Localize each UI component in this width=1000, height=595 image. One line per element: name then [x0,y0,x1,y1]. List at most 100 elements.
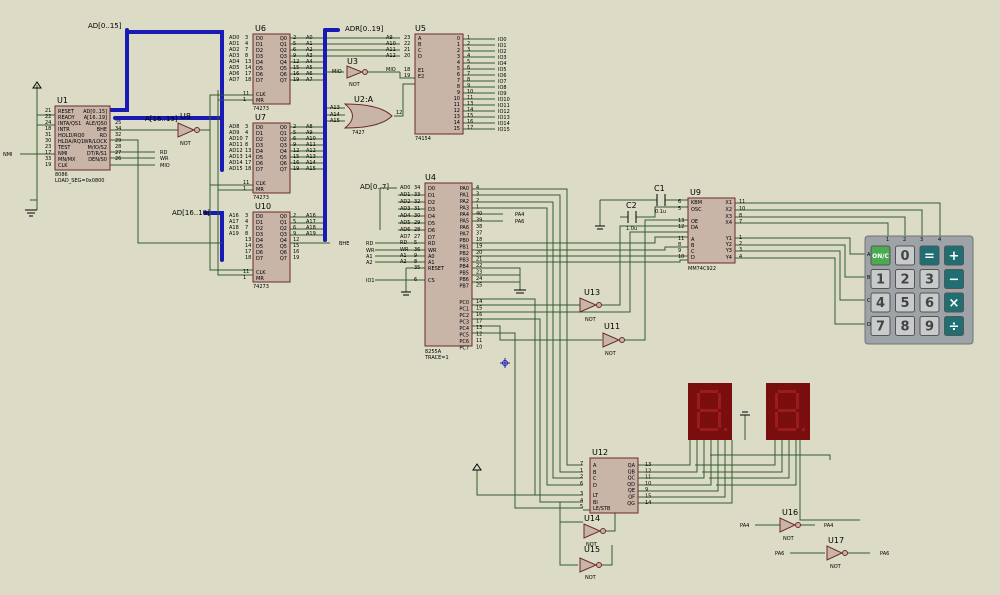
key-label: 2 [900,273,909,288]
pin-label: PC0 [459,300,469,306]
keypad-row-label: A [867,252,871,258]
keypad-key[interactable]: 0 [895,245,915,266]
pin-label: PA0 [460,186,469,192]
chip-u10-74273: U10 74273 D03A16 Q0 2 A16D14A17 Q1 5 A17D27A18… [229,202,316,290]
pin-label: PC1 [459,307,469,313]
pin-label: PB1 [459,245,469,251]
pin-label: OSC [691,207,702,213]
pin-number: 16 [476,312,482,318]
key-label: 3 [925,273,934,288]
chip-ref: U9 [690,188,701,197]
keypad-key[interactable]: 3 [919,269,940,289]
pin-number: 31 [414,206,420,212]
pin-number: 19 [404,73,410,79]
net-label-pa4-in: PA4 [740,523,749,529]
key-label: − [949,273,960,288]
capacitor-c2: C2 1.0u [626,201,637,232]
keypad-key[interactable]: 7 [870,316,891,336]
pin-label: D [593,483,597,489]
net-label-pa4-out: PA4 [824,523,833,529]
chip-ref: U4 [425,173,436,182]
pin-label: D2 [428,200,435,206]
cap-value: 0.1u [655,209,666,215]
net-label: AD0 [400,185,410,191]
bus-label-ad-mid: AD[16..19] [172,209,210,217]
chip-prop: LOAD_SEG=0x0800 [55,178,105,184]
pin-number: 17 [476,319,482,325]
pin-number: 13 [645,462,651,468]
pin-label: D0 [428,186,435,192]
gate-u3-not: U3 NOT MIO [332,57,368,88]
gate-input-label: A15 [330,118,340,124]
keypad-key[interactable]: 2 [895,269,915,289]
keypad-key[interactable]: = [919,245,940,266]
chip-u1-8086: U1 8086 LOAD_SEG=0x0800 RESET21READY22IN… [45,96,121,184]
gate-type: NOT [830,564,842,570]
pin-label: MR [256,187,264,193]
pin-number: 14 [645,500,651,506]
pin-number: 12 [476,332,482,338]
key-label: + [949,249,960,264]
chip-u9-mm74c922: U9 MM74C922 KBM6OSC5OE13DA12A11B8C9D10X1… [678,188,745,272]
pin-number: 32 [414,199,420,205]
keypad-key[interactable]: 6 [919,292,940,313]
seven-segment-display-2 [766,383,810,440]
keypad-key[interactable]: + [944,245,964,266]
pin-number: 5 [580,504,583,510]
keypad-key[interactable]: 8 [895,316,915,336]
cap-ref: C1 [654,184,665,193]
pin-label: PA6 [460,225,469,231]
pin-label: D4 [428,214,435,220]
pin-number: 4 [739,254,742,260]
key-label: ÷ [949,320,960,335]
pin-label: PA5 [460,219,469,225]
pin-number: 5 [414,240,417,246]
keypad-key[interactable]: 1 [870,269,891,289]
keypad-key[interactable]: 9 [919,316,940,336]
pin-number: 19 [45,162,51,168]
key-label: 4 [876,296,885,311]
bus-label-a-top: A[16..19] [145,115,178,123]
keypad-row-label: C [867,298,871,304]
gate-ref: U13 [584,288,600,297]
keypad-key[interactable]: 5 [895,292,915,313]
net-label-mio: MIO [332,69,342,75]
pin-label: QC [628,476,636,482]
pin-label: PC4 [459,326,469,332]
net-label: A19 [229,231,239,237]
pin-number: 1 [243,97,246,103]
net-label-nmi: NMI [3,152,13,158]
pin-label: QG [627,501,635,507]
net-label-pa6-in: PA6 [775,551,784,557]
net-label-pa4: PA4 [515,212,524,218]
keypad-key[interactable]: ON/C [870,245,891,266]
chip-ref: U10 [255,202,271,211]
pin-label: D1 [428,193,435,199]
keypad-key[interactable]: 4 [870,292,891,313]
net-label: AD3 [400,206,410,212]
pin-number: 23 [476,270,482,276]
keypad-key[interactable]: × [944,292,964,313]
gate-type: NOT [783,536,795,542]
keypad-key[interactable]: ÷ [944,316,964,336]
net-label-a2: A2 [366,260,373,266]
net-label: AD4 [400,213,410,219]
pin-number: 37 [476,231,482,237]
keypad-row-label: D [867,322,871,328]
pin-number: 38 [476,224,482,230]
pin-label: PB5 [459,271,469,277]
pin-number: 18 [476,237,482,243]
net-label-mio: MIO [160,163,170,169]
pin-number: 29 [414,220,420,226]
pin-label: MR [256,276,264,282]
key-label: 0 [900,249,909,264]
key-label: 5 [900,296,909,311]
pin-label: PB2 [459,251,469,257]
chip-prop: TRACE=1 [424,355,449,361]
pin-number: 15 [476,306,482,312]
keypad-key[interactable]: − [944,269,964,289]
pin-number: 13 [476,325,482,331]
chip-part: 74273 [253,195,269,201]
key-label: × [949,296,960,311]
pin-label: PC3 [459,320,469,326]
